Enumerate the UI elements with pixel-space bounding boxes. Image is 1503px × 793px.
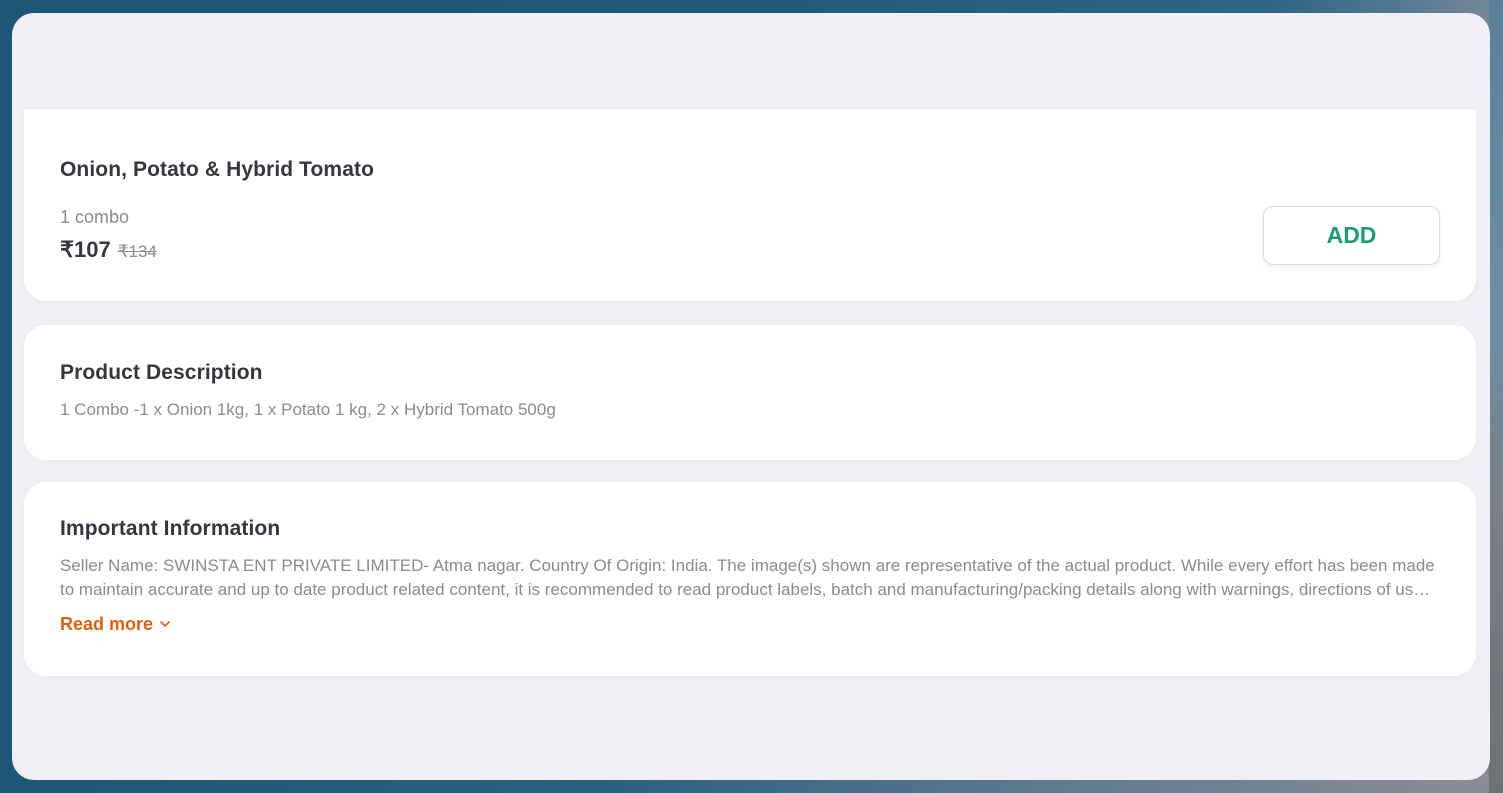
- price-row: ₹107 ₹134: [60, 237, 157, 263]
- product-description-card: Product Description 1 Combo -1 x Onion 1…: [24, 325, 1476, 460]
- original-price: ₹134: [117, 242, 157, 261]
- product-quantity: 1 combo: [60, 207, 130, 227]
- product-description-text: 1 Combo -1 x Onion 1kg, 1 x Potato 1 kg,…: [60, 400, 556, 419]
- product-summary-card: Onion, Potato & Hybrid Tomato 1 combo ₹1…: [24, 110, 1476, 301]
- product-name: Onion, Potato & Hybrid Tomato: [60, 158, 374, 181]
- important-information-card: Important Information Seller Name: SWINS…: [24, 482, 1476, 676]
- desktop-background-right: [1489, 0, 1503, 793]
- important-information-heading: Important Information: [60, 517, 281, 540]
- chevron-down-icon: [159, 614, 171, 635]
- product-description-heading: Product Description: [60, 361, 263, 384]
- read-more-link[interactable]: Read more: [60, 614, 171, 635]
- selling-price: ₹107: [60, 237, 111, 262]
- add-to-cart-button[interactable]: ADD: [1263, 206, 1440, 265]
- read-more-label: Read more: [60, 614, 154, 634]
- product-details-modal: Onion, Potato & Hybrid Tomato 1 combo ₹1…: [12, 13, 1490, 780]
- important-information-text: Seller Name: SWINSTA ENT PRIVATE LIMITED…: [60, 556, 1435, 599]
